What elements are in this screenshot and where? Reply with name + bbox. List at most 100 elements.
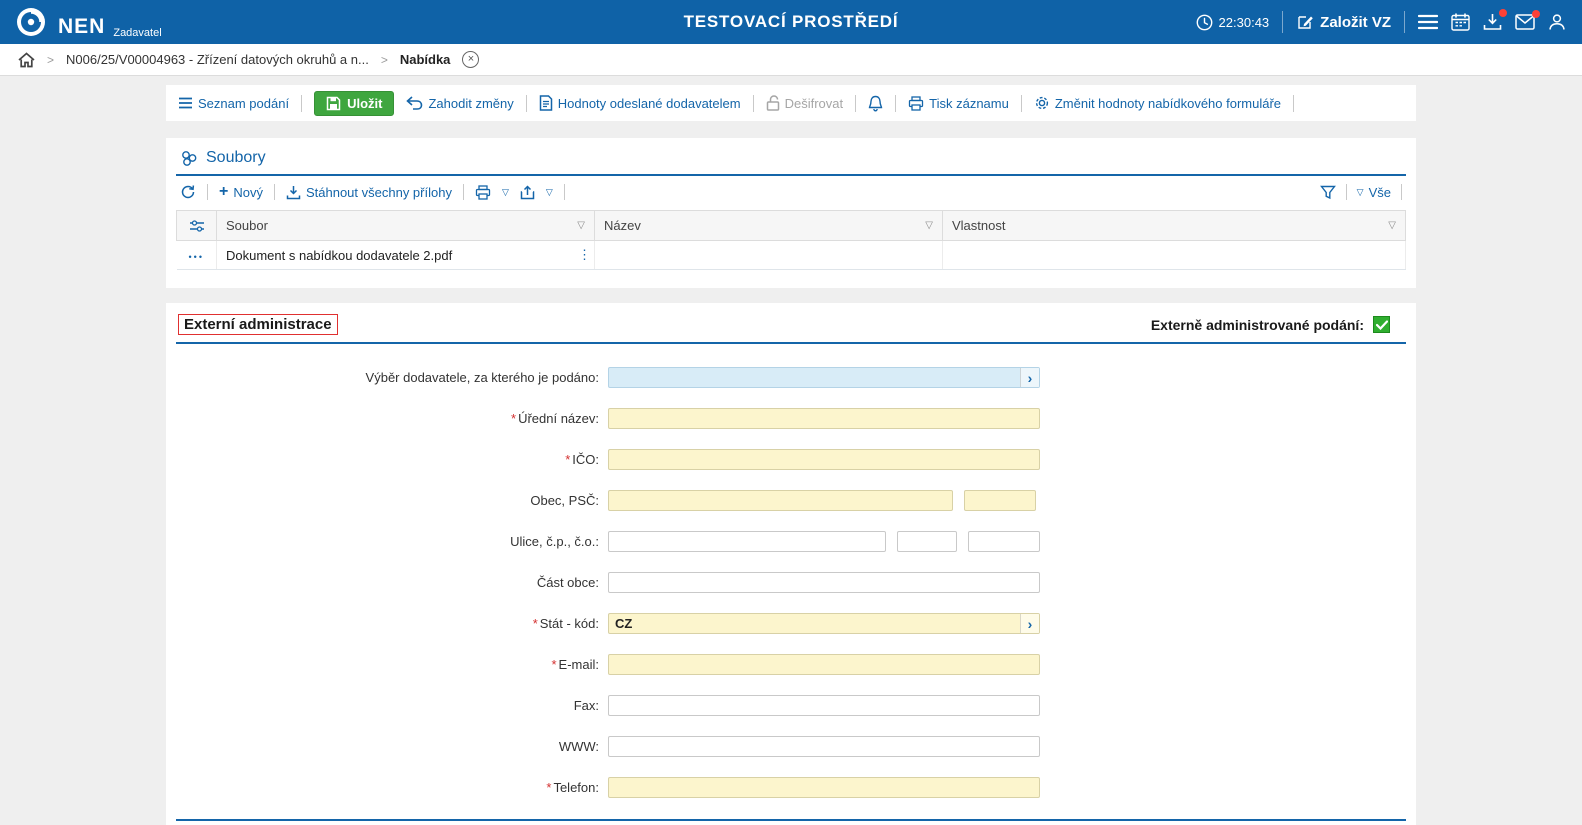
- toolbar-separator: [1401, 184, 1402, 200]
- logo-text: NEN: [58, 16, 105, 37]
- www-input[interactable]: [608, 736, 1040, 757]
- column-settings-header[interactable]: [177, 211, 217, 241]
- row-actions-icon[interactable]: •••: [189, 252, 204, 262]
- seznam-podani-button[interactable]: Seznam podání: [178, 96, 289, 111]
- phone-input[interactable]: [608, 777, 1040, 798]
- toolbar-separator: [463, 184, 464, 200]
- breadcrumb: > N006/25/V00004963 - Zřízení datových o…: [0, 44, 1582, 76]
- toolbar-separator: [1346, 184, 1347, 200]
- orientation-number-input[interactable]: [968, 531, 1040, 552]
- required-marker: *: [533, 616, 538, 631]
- filter-button[interactable]: [1320, 185, 1336, 200]
- form-row: Výběr dodavatele, za kterého je podáno: …: [176, 357, 1406, 398]
- external-admin-header: Externí administrace Externě administrov…: [176, 311, 1406, 344]
- form-row: WWW:: [176, 726, 1406, 767]
- user-profile-button[interactable]: [1548, 13, 1566, 31]
- unlock-icon: [766, 95, 780, 111]
- actionbar-separator: [1021, 95, 1022, 112]
- print-record-button[interactable]: Tisk záznamu: [908, 96, 1009, 111]
- breadcrumb-procurement[interactable]: N006/25/V00004963 - Zřízení datových okr…: [66, 52, 369, 67]
- actionbar-separator: [895, 95, 896, 112]
- city-part-input[interactable]: [608, 572, 1040, 593]
- files-table: Soubor▽ Název▽ Vlastnost▽ ••• Do: [176, 210, 1406, 270]
- document-icon: [539, 95, 553, 111]
- files-section-title: Soubory: [206, 149, 266, 167]
- new-file-button[interactable]: + Nový: [219, 184, 263, 200]
- downloads-button[interactable]: [1483, 13, 1502, 31]
- session-clock: 22:30:43: [1196, 14, 1270, 31]
- download-icon: [286, 185, 301, 200]
- supplier-values-button[interactable]: Hodnoty odeslané dodavatelem: [539, 95, 741, 111]
- toolbar-separator: [564, 184, 565, 200]
- form-row: *Úřední název:: [176, 398, 1406, 439]
- field-label: *Stát - kód:: [176, 616, 608, 631]
- close-tab-icon[interactable]: ×: [462, 51, 479, 68]
- files-toolbar: + Nový Stáhnout všechny přílohy ▽ ▽: [176, 176, 1406, 207]
- field-label: *IČO:: [176, 452, 608, 467]
- column-header-nazev[interactable]: Název▽: [595, 211, 943, 241]
- gear-icon: [1034, 95, 1050, 111]
- messages-button[interactable]: [1515, 14, 1535, 30]
- topbar-separator: [1282, 11, 1283, 33]
- filter-dropdown-icon[interactable]: ▽: [577, 220, 585, 231]
- file-name-cell: Dokument s nabídkou dodavatele 2.pdf ⋮: [217, 241, 595, 270]
- picker-chevron-icon[interactable]: ›: [1020, 614, 1039, 633]
- picker-chevron-icon[interactable]: ›: [1020, 368, 1039, 387]
- export-options-dropdown[interactable]: ▽: [546, 187, 553, 198]
- save-button[interactable]: Uložit: [314, 91, 394, 116]
- postal-code-input[interactable]: [964, 490, 1036, 511]
- menu-button[interactable]: [1418, 14, 1438, 30]
- country-code-picker[interactable]: CZ ›: [608, 613, 1040, 634]
- file-nazev-cell: [595, 241, 943, 270]
- field-label: Výběr dodavatele, za kterého je podáno:: [176, 370, 608, 385]
- app-logo[interactable]: NEN Zadavatel: [16, 7, 162, 37]
- fax-input[interactable]: [608, 695, 1040, 716]
- filter-dropdown-icon[interactable]: ▽: [1388, 220, 1396, 231]
- ico-input[interactable]: [608, 449, 1040, 470]
- zalozit-vz-button[interactable]: Založit VZ: [1296, 13, 1391, 31]
- clock-icon: [1196, 14, 1213, 31]
- column-header-vlastnost[interactable]: Vlastnost▽: [943, 211, 1406, 241]
- toolbar-separator: [207, 184, 208, 200]
- export-button[interactable]: [520, 185, 535, 200]
- field-label: Obec, PSČ:: [176, 493, 608, 508]
- home-button[interactable]: [18, 52, 35, 68]
- files-panel: Soubory + Nový Stáhnout všechny přílohy: [166, 138, 1416, 288]
- calendar-button[interactable]: [1451, 13, 1470, 31]
- house-number-input[interactable]: [897, 531, 957, 552]
- clock-value: 22:30:43: [1219, 15, 1270, 30]
- external-admin-checkbox[interactable]: [1373, 316, 1390, 333]
- actionbar-separator: [855, 95, 856, 112]
- column-header-soubor[interactable]: Soubor▽: [217, 211, 595, 241]
- field-label: WWW:: [176, 739, 608, 754]
- email-input[interactable]: [608, 654, 1040, 675]
- filter-dropdown-icon[interactable]: ▽: [925, 220, 933, 231]
- supplier-picker-value: [609, 368, 1020, 387]
- list-icon: [178, 97, 193, 109]
- print-list-button[interactable]: [475, 185, 491, 200]
- save-icon: [326, 96, 341, 111]
- bell-icon: [868, 95, 883, 112]
- supplier-picker[interactable]: ›: [608, 367, 1040, 388]
- file-name[interactable]: Dokument s nabídkou dodavatele 2.pdf: [226, 248, 452, 263]
- printer-icon: [908, 96, 924, 111]
- city-input[interactable]: [608, 490, 953, 511]
- change-form-values-button[interactable]: Změnit hodnoty nabídkového formuláře: [1034, 95, 1281, 111]
- field-label: *Telefon:: [176, 780, 608, 795]
- row-menu-icon[interactable]: ⋮: [578, 247, 591, 263]
- table-row[interactable]: ••• Dokument s nabídkou dodavatele 2.pdf…: [177, 241, 1406, 270]
- breadcrumb-current-tab[interactable]: Nabídka: [400, 52, 451, 67]
- download-all-attachments-button[interactable]: Stáhnout všechny přílohy: [286, 185, 452, 200]
- print-options-dropdown[interactable]: ▽: [502, 187, 509, 198]
- refresh-button[interactable]: [180, 184, 196, 200]
- file-vlastnost-cell: [943, 241, 1406, 270]
- view-all-dropdown[interactable]: ▽ Vše: [1357, 185, 1391, 200]
- notifications-button[interactable]: [868, 95, 883, 112]
- discard-changes-button[interactable]: Zahodit změny: [406, 96, 513, 111]
- section-divider: [176, 819, 1406, 821]
- environment-title: TESTOVACÍ PROSTŘEDÍ: [684, 12, 899, 32]
- row-actions-cell: •••: [177, 241, 217, 270]
- street-input[interactable]: [608, 531, 886, 552]
- official-name-input[interactable]: [608, 408, 1040, 429]
- required-marker: *: [511, 411, 516, 426]
